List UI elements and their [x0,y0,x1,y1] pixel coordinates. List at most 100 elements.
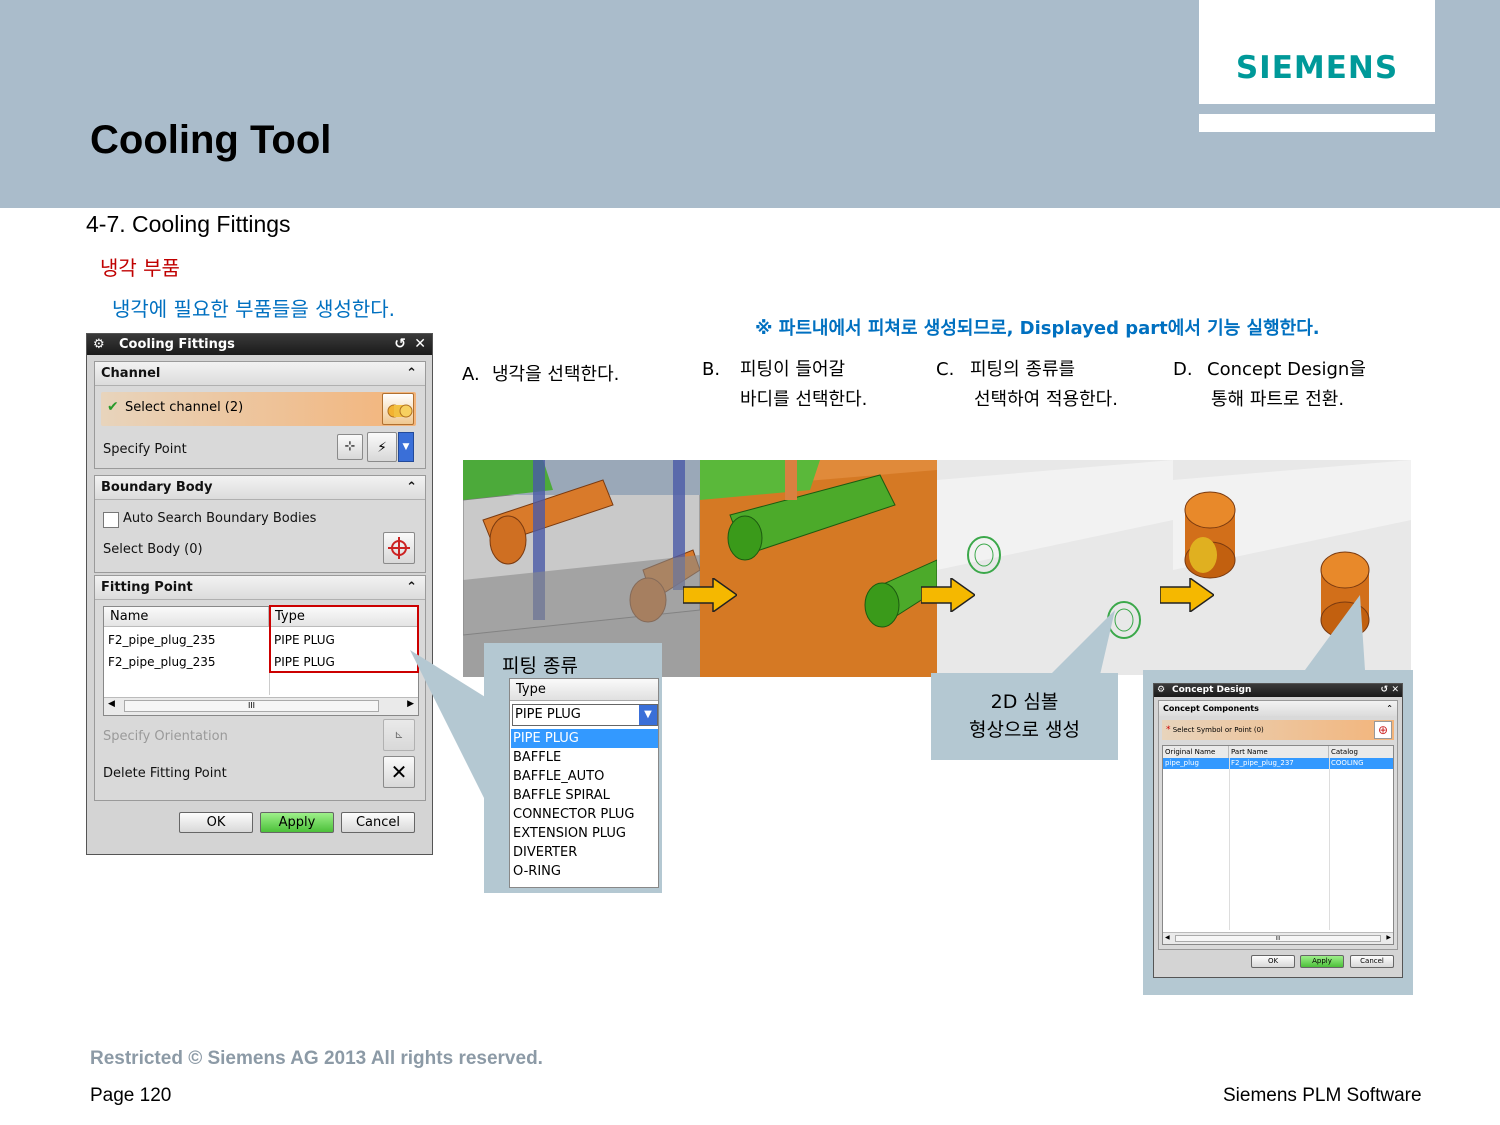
table-cell-catalog[interactable]: COOLING [1331,758,1364,769]
gear-icon[interactable]: ⚙ [1157,684,1165,697]
chevron-down-icon[interactable]: ▼ [639,705,657,725]
close-icon[interactable]: ✕ [1391,684,1399,697]
type-column-highlight [269,605,419,673]
auto-search-checkbox[interactable] [103,512,119,528]
dropdown-option[interactable]: BAFFLE_AUTO [513,767,604,786]
step-line: 통해 파트로 전환. [1211,389,1345,410]
chevron-up-icon[interactable]: ⌃ [406,576,417,600]
dropdown-option[interactable]: O-RING [513,862,561,881]
delete-fitting-point-label: Delete Fitting Point [103,766,227,781]
chevron-up-icon[interactable]: ⌃ [1386,701,1393,716]
select-body-button[interactable] [383,532,415,564]
footer-company: Siemens PLM Software [1223,1085,1422,1106]
table-cell-original[interactable]: pipe_plug [1165,758,1199,769]
step-c: C. 피팅의 종류를 선택하여 적용한다. [936,355,1118,415]
concept-components-header[interactable]: Concept Components ⌃ [1159,701,1397,716]
concept-design-dialog: ⚙ Concept Design ↺ ✕ Concept Components … [1153,683,1403,978]
group-label: Channel [101,366,161,381]
scroll-right-icon[interactable]: ▶ [1386,934,1391,941]
apply-button[interactable]: Apply [1300,955,1344,968]
column-header-original[interactable]: Original Name [1163,746,1229,758]
scroll-left-icon[interactable]: ◀ [1165,934,1170,941]
symbol-note-line: 형상으로 생성 [969,719,1080,741]
dropdown-option[interactable]: EXTENSION PLUG [513,824,626,843]
channel-select-button[interactable] [382,393,414,425]
check-icon: ✔ [107,399,119,415]
point-dropdown-arrow[interactable]: ▼ [398,432,414,462]
scroll-thumb[interactable]: III [1175,935,1381,942]
boundary-body-render [700,460,937,677]
horizontal-scrollbar[interactable]: ◀ III ▶ [1163,932,1393,944]
table-cell-name[interactable]: F2_pipe_plug_235 [104,629,269,651]
chevron-up-icon[interactable]: ⌃ [406,476,417,500]
crosshair-icon[interactable]: ⊕ [1374,721,1392,739]
step-letter: B. [702,359,721,380]
column-divider [1229,758,1230,930]
arrow-right-icon [683,578,737,612]
callout-pointer-symbol [1050,610,1115,675]
point-inference-icon[interactable]: ⚡ [367,432,397,462]
select-symbol-label: Select Symbol or Point (0) [1172,726,1264,734]
ok-button[interactable]: OK [1251,955,1295,968]
concept-design-panel: ⚙ Concept Design ↺ ✕ Concept Components … [1143,670,1413,995]
channel-header[interactable]: Channel ⌃ [95,362,425,386]
slide-title: Cooling Tool [90,118,332,162]
subtitle-red: 냉각 부품 [100,256,180,280]
step-b: B. 피팅이 들어갈 바디를 선택한다. [702,355,867,415]
concept-table: Original Name Part Name Catalog pipe_plu… [1162,745,1394,945]
dropdown-option[interactable]: BAFFLE SPIRAL [513,786,610,805]
fitting-point-header[interactable]: Fitting Point ⌃ [95,576,425,600]
reset-icon[interactable]: ↺ [394,334,406,355]
step-line: 선택하여 적용한다. [974,389,1118,410]
fitting-type-title: 피팅 종류 [502,655,578,677]
boundary-body-image [700,460,937,677]
arrow-right-icon [921,578,975,612]
step-letter: C. [936,359,955,380]
gear-icon[interactable]: ⚙ [93,334,105,355]
dropdown-option[interactable]: PIPE PLUG [513,729,579,748]
group-label: Boundary Body [101,480,213,495]
note-text: ※ 파트내에서 피쳐로 생성되므로, Displayed part에서 기능 실… [755,318,1320,339]
scroll-thumb[interactable]: III [124,700,379,712]
column-header-catalog[interactable]: Catalog [1329,746,1393,758]
table-cell-name[interactable]: F2_pipe_plug_235 [104,651,269,673]
concept-components-group: Concept Components ⌃ * Select Symbol or … [1158,700,1398,950]
column-header-part[interactable]: Part Name [1229,746,1329,758]
dropdown-option[interactable]: DIVERTER [513,843,577,862]
concept-title: Concept Design [1172,685,1252,695]
select-channel-row[interactable]: ✔ Select channel (2) [101,392,416,426]
point-dialog-icon[interactable]: ⊹ [337,434,363,460]
required-icon: * [1166,725,1171,735]
cancel-button[interactable]: Cancel [1350,955,1394,968]
dropdown-option[interactable]: CONNECTOR PLUG [513,805,634,824]
dropdown-option[interactable]: BAFFLE [513,748,561,767]
step-letter: A. [462,364,480,385]
reset-icon[interactable]: ↺ [1380,684,1388,697]
auto-search-label: Auto Search Boundary Bodies [123,511,317,526]
step-a: A. 냉각을 선택한다. [462,360,619,390]
ok-button[interactable]: OK [179,812,253,833]
boundary-group: Boundary Body ⌃ Auto Search Boundary Bodi… [94,475,426,573]
horizontal-scrollbar[interactable]: ◀ III ▶ [104,697,418,715]
symbol-note-callout: 2D 심볼 형상으로 생성 [931,673,1118,760]
type-selected-value: PIPE PLUG [515,707,581,722]
boundary-header[interactable]: Boundary Body ⌃ [95,476,425,500]
fitting-type-dropdown: Type PIPE PLUG ▼ PIPE PLUG BAFFLE BAFFLE… [509,678,659,888]
step-line: 바디를 선택한다. [740,389,868,410]
select-symbol-row[interactable]: * Select Symbol or Point (0) ⊕ [1162,720,1394,740]
type-select[interactable]: PIPE PLUG ▼ [512,704,658,726]
chevron-up-icon[interactable]: ⌃ [406,362,417,386]
close-icon[interactable]: ✕ [414,334,426,355]
apply-button[interactable]: Apply [260,812,334,833]
section-heading: 4-7. Cooling Fittings [86,211,291,237]
siemens-logo: SIEMENS [1235,50,1399,86]
column-header-name[interactable]: Name [104,607,269,627]
specify-orientation-label: Specify Orientation [103,729,228,744]
step-line: 피팅의 종류를 [970,359,1076,380]
arrow-right-icon [1160,578,1214,612]
scroll-left-icon[interactable]: ◀ [108,699,115,709]
select-body-label: Select Body (0) [103,542,203,557]
table-cell-part[interactable]: F2_pipe_plug_237 [1231,758,1294,769]
column-divider [1329,758,1330,930]
fitting-type-panel: 피팅 종류 Type PIPE PLUG ▼ PIPE PLUG BAFFLE … [484,643,662,893]
